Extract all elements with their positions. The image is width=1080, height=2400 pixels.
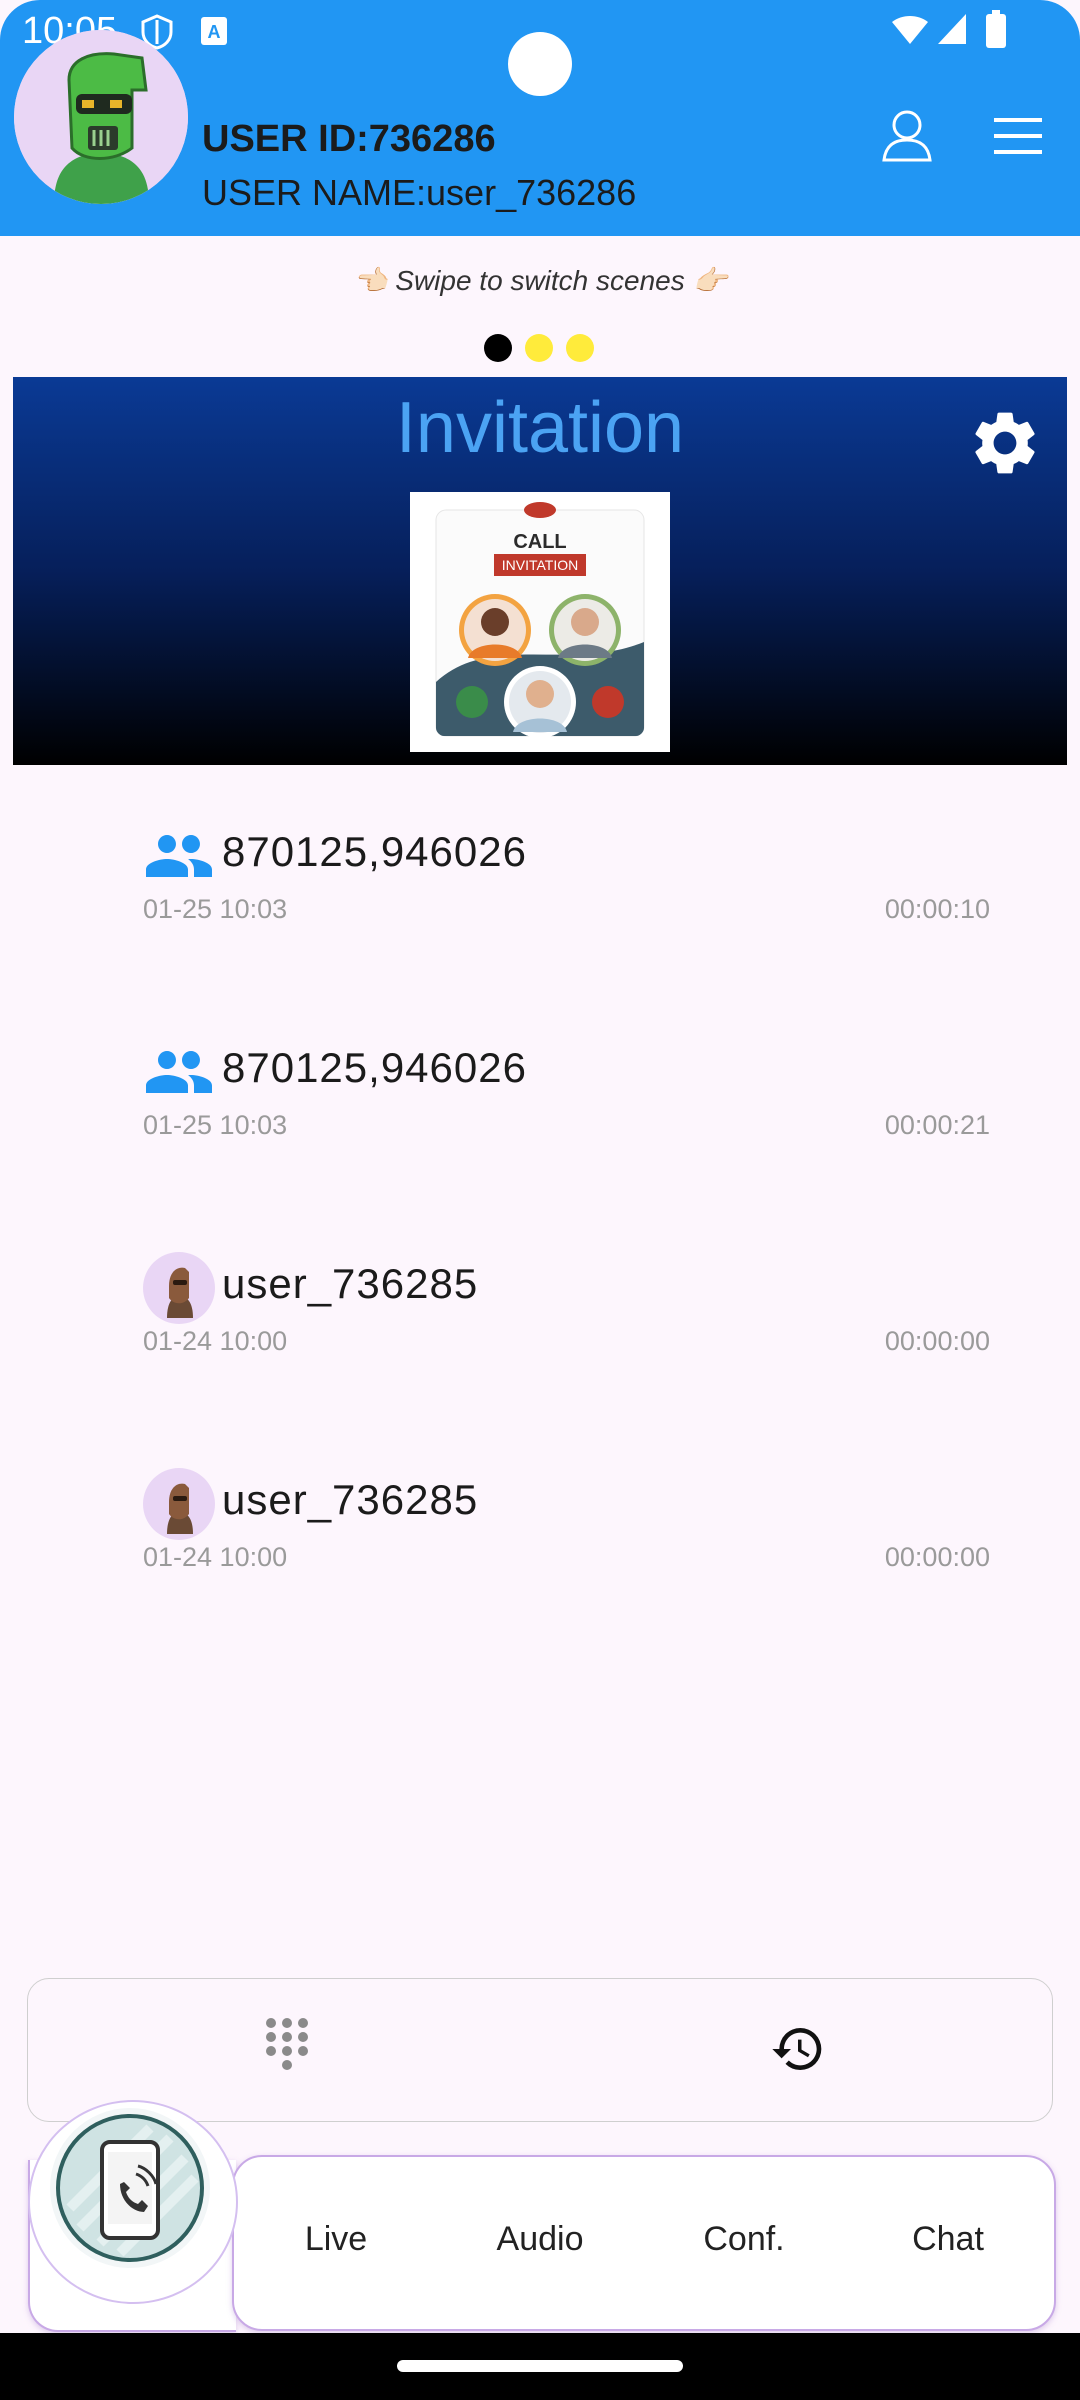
banner-title: Invitation (395, 388, 685, 468)
call-title: 870125,946026 (222, 828, 527, 875)
user-avatar-icon (143, 1468, 215, 1540)
group-call-icon (146, 835, 212, 877)
signal-icon (938, 14, 966, 44)
pager-dot-active[interactable] (484, 334, 512, 362)
pager-dot[interactable] (525, 334, 553, 362)
history-icon[interactable] (768, 2021, 828, 2077)
call-history-item[interactable]: user_736285 01-24 10:00 00:00:00 (0, 1468, 1080, 1684)
user-name-label: USER NAME:user_736286 (202, 172, 637, 213)
call-title: user_736285 (222, 1476, 479, 1523)
image-text-invitation: INVITATION (502, 557, 578, 573)
group-call-icon (146, 1051, 212, 1093)
call-title: 870125,946026 (222, 1044, 527, 1091)
home-gesture-handle[interactable] (397, 2360, 683, 2372)
call-title: user_736285 (222, 1260, 479, 1307)
group-call-icon (143, 820, 215, 892)
profile-icon[interactable] (880, 108, 934, 162)
user-id-label: USER ID:736286 (202, 118, 496, 160)
nav-tab-audio[interactable]: Audio (470, 2220, 610, 2259)
call-duration: 00:00:00 (884, 1542, 990, 1572)
wifi-icon (892, 16, 928, 44)
scene-banner[interactable]: Invitation CALL INVITATION (13, 377, 1067, 765)
call-duration: 00:00:00 (884, 1326, 990, 1356)
call-invitation-image: CALL INVITATION (410, 492, 670, 752)
menu-icon[interactable] (992, 116, 1044, 156)
swipe-hint: 👈🏻 Swipe to switch scenes 👉🏻 (352, 265, 728, 296)
dial-history-toggle (27, 1978, 1053, 2122)
nav-tab-chat[interactable]: Chat (878, 2220, 1018, 2259)
call-timestamp: 01-24 10:00 (143, 1326, 288, 1356)
user-avatar[interactable] (14, 30, 188, 204)
call-timestamp: 01-25 10:03 (143, 894, 288, 924)
user-avatar-icon (143, 1252, 215, 1324)
call-history-item[interactable]: 870125,946026 01-25 10:03 00:00:10 (0, 820, 1080, 1036)
group-call-icon (143, 1036, 215, 1108)
robot-avatar-icon (14, 30, 188, 204)
svg-text:A: A (208, 22, 221, 42)
call-timestamp: 01-24 10:00 (143, 1542, 288, 1572)
image-text-call: CALL (513, 531, 566, 553)
call-duration: 00:00:21 (884, 1110, 990, 1140)
call-history-list: 870125,946026 01-25 10:03 00:00:10 870125,… (0, 820, 1080, 1640)
settings-gear-icon[interactable] (967, 405, 1043, 481)
call-timestamp: 01-25 10:03 (143, 1110, 288, 1140)
keyboard-a-icon: A (201, 17, 227, 45)
call-history-item[interactable]: 870125,946026 01-25 10:03 00:00:21 (0, 1036, 1080, 1252)
dialpad-icon[interactable] (263, 2017, 311, 2081)
nav-tab-live[interactable]: Live (266, 2220, 406, 2259)
camera-cutout (508, 32, 572, 96)
call-history-item[interactable]: user_736285 01-24 10:00 00:00:00 (0, 1252, 1080, 1468)
battery-icon (986, 10, 1006, 48)
nav-tab-conf[interactable]: Conf. (674, 2220, 814, 2259)
phone-call-icon (56, 2114, 204, 2262)
user-avatar-icon (143, 1468, 215, 1540)
user-avatar-icon (143, 1252, 215, 1324)
call-fab-button[interactable] (50, 2108, 210, 2268)
call-duration: 00:00:10 (884, 894, 990, 924)
app-header: 10:05 A USER ID:736286 USER NAME:user_73… (0, 0, 1080, 236)
pager-dot[interactable] (566, 334, 594, 362)
